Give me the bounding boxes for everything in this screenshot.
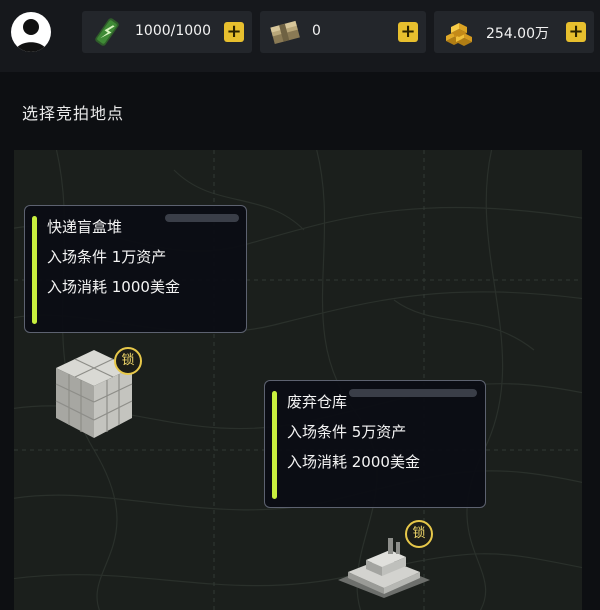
- cash-stack-icon: [270, 20, 300, 45]
- card-accent-bar: [32, 216, 37, 324]
- user-silhouette-icon: [15, 19, 47, 52]
- avatar[interactable]: [11, 12, 51, 52]
- entry-condition: 入场条件 1万资产: [47, 248, 167, 266]
- gold-value: 254.00万: [486, 26, 549, 42]
- location-name: 快递盲盒堆: [47, 218, 123, 236]
- add-gold-button[interactable]: +: [566, 22, 586, 42]
- lock-badge: 锁: [114, 347, 142, 375]
- energy-resource: 1000/1000 +: [82, 11, 252, 53]
- cash-resource: 0 +: [260, 11, 426, 53]
- abandoned-warehouse-building[interactable]: [336, 532, 432, 598]
- cash-value: 0: [312, 23, 321, 39]
- card-accent-bar: [272, 391, 277, 499]
- card-header-line: [165, 214, 239, 222]
- add-cash-button[interactable]: +: [398, 22, 418, 42]
- energy-value: 1000/1000: [135, 23, 211, 39]
- gold-resource: 254.00万 +: [434, 11, 594, 53]
- location-card-express-boxes[interactable]: 快递盲盒堆 入场条件 1万资产 入场消耗 1000美金: [24, 205, 247, 333]
- energy-drink-icon: [95, 18, 119, 46]
- top-bar: 1000/1000 + 0 + 254.00万 +: [0, 0, 600, 72]
- card-header-line: [349, 389, 477, 397]
- entry-cost: 入场消耗 1000美金: [47, 278, 180, 296]
- gold-bars-icon: [446, 23, 472, 46]
- location-name: 废弃仓库: [287, 393, 348, 411]
- page-title: 选择竞拍地点: [22, 104, 125, 123]
- entry-condition: 入场条件 5万资产: [287, 423, 407, 441]
- add-energy-button[interactable]: +: [224, 22, 244, 42]
- warehouse-icon: [338, 538, 430, 598]
- location-card-abandoned-warehouse[interactable]: 废弃仓库 入场条件 5万资产 入场消耗 2000美金: [264, 380, 486, 508]
- entry-cost: 入场消耗 2000美金: [287, 453, 420, 471]
